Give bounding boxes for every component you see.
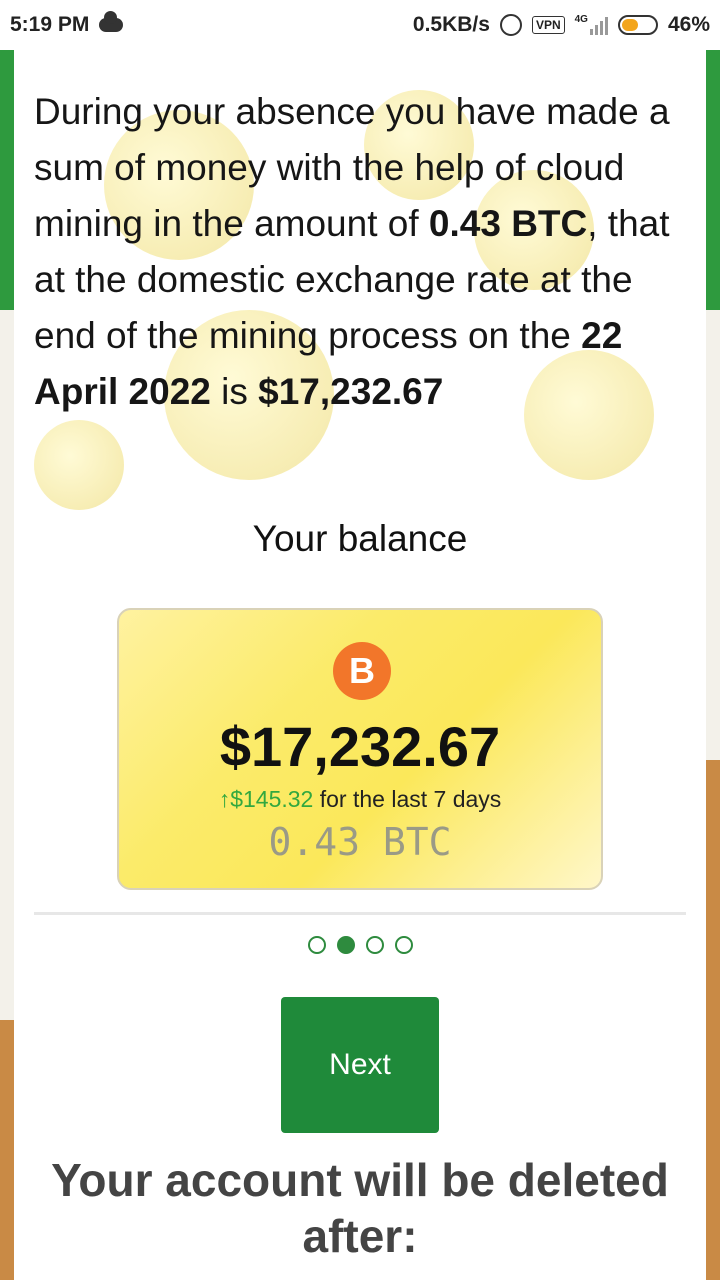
signal-icon: 4G <box>575 15 608 35</box>
status-left: 5:19 PM <box>10 11 124 37</box>
network-type-label: 4G <box>574 14 588 25</box>
balance-card: B $17,232.67 ↑$145.32 for the last 7 day… <box>117 608 603 890</box>
page-indicator <box>14 936 706 954</box>
divider <box>34 912 686 915</box>
battery-percent: 46% <box>667 13 710 36</box>
page-dot-4[interactable] <box>394 936 413 954</box>
balance-change-period: for the last 7 days <box>313 786 502 812</box>
coin-decoration <box>34 420 124 510</box>
message-area: During your absence you have made a sum … <box>34 50 686 510</box>
page-dot-2-active[interactable] <box>336 936 355 954</box>
bitcoin-icon: B <box>333 642 391 700</box>
background-app-orange-right <box>706 760 720 1280</box>
net-speed: 0.5KB/s <box>412 13 490 36</box>
next-button[interactable]: Next <box>281 997 439 1133</box>
vpn-icon: VPN <box>531 16 565 34</box>
battery-icon <box>617 15 658 35</box>
arrow-up-icon: ↑ <box>218 786 231 812</box>
balance-btc-amount: 0.43 BTC <box>268 820 452 864</box>
message-btc-amount: 0.43 BTC <box>428 203 588 244</box>
balance-title: Your balance <box>252 518 468 559</box>
status-right: 0.5KB/s VPN 4G 46% <box>413 13 710 37</box>
mining-result-dialog: During your absence you have made a sum … <box>14 50 706 1280</box>
background-app-orange-left <box>0 1020 14 1280</box>
message-text: is <box>210 371 259 412</box>
alarm-icon <box>499 14 522 36</box>
message-usd-amount: $17,232.67 <box>258 371 444 412</box>
page-dot-1[interactable] <box>307 936 326 954</box>
balance-change-value: $145.32 <box>230 786 314 812</box>
balance-usd-amount: $17,232.67 <box>219 715 501 778</box>
status-time: 5:19 PM <box>10 13 90 36</box>
mining-result-message: During your absence you have made a sum … <box>34 50 686 420</box>
balance-change: ↑$145.32 for the last 7 days <box>119 786 601 813</box>
account-deletion-warning: Your account will be deleted after: <box>51 1154 669 1262</box>
status-bar: 5:19 PM 0.5KB/s VPN 4G 46% <box>0 0 720 50</box>
cloud-icon <box>99 11 124 32</box>
page-dot-3[interactable] <box>365 936 384 954</box>
